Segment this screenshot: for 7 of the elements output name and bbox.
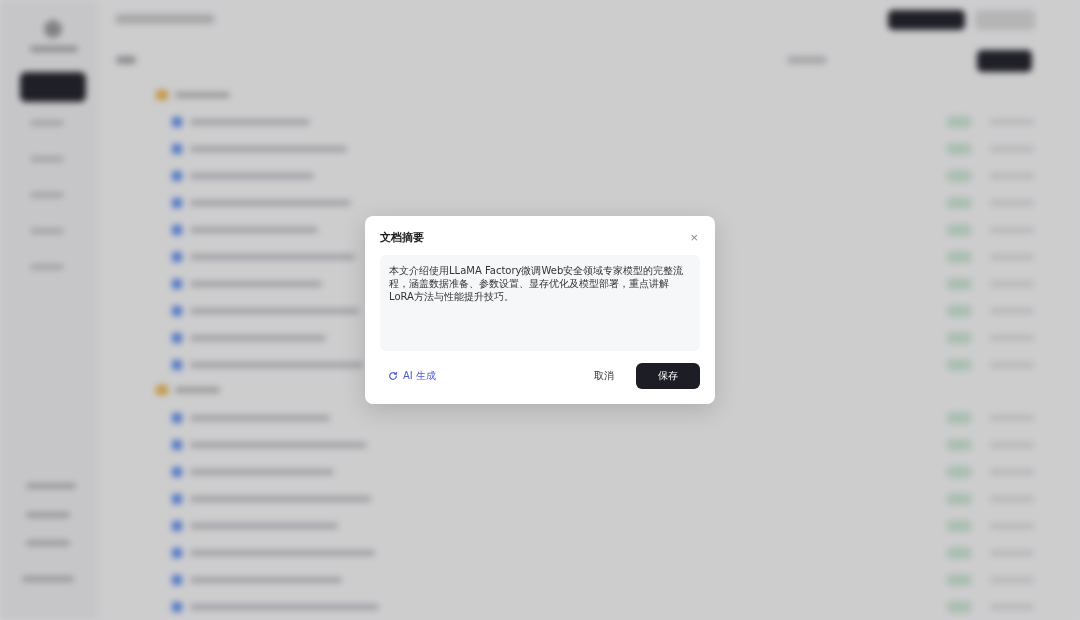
- summary-field[interactable]: 本文介绍使用LLaMA Factory微调Web安全领域专家模型的完整流程，涵盖数据准备、参数设置、显存优化及模型部署，重点讲解LoRA方法与性能提升技巧。: [380, 255, 700, 351]
- cancel-button[interactable]: 取消: [580, 363, 628, 389]
- refresh-icon: [388, 371, 398, 381]
- dialog-title: 文档摘要: [380, 230, 424, 245]
- save-button[interactable]: 保存: [636, 363, 700, 389]
- ai-generate-button[interactable]: AI 生成: [380, 365, 444, 387]
- close-button[interactable]: ×: [688, 230, 700, 245]
